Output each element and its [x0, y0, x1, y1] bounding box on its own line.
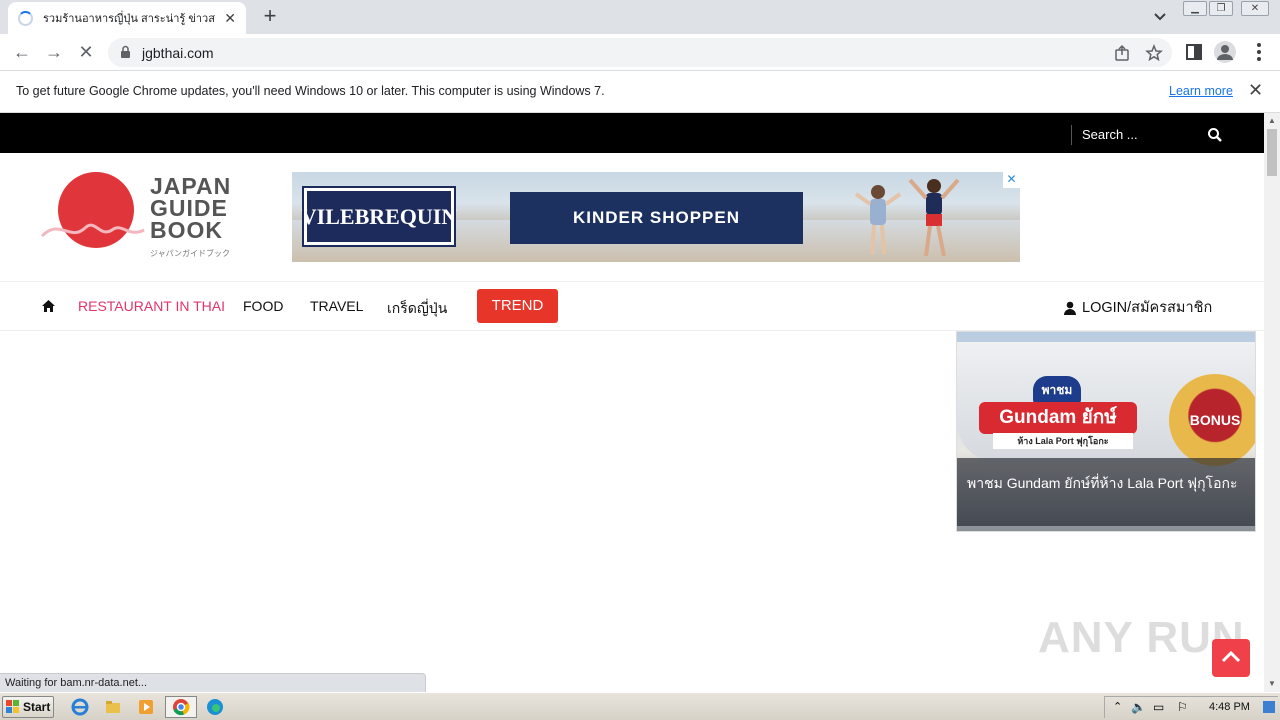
nav-item-restaurant[interactable]: RESTAURANT IN THAI — [78, 298, 225, 314]
chrome-taskbar-button[interactable] — [165, 696, 197, 718]
close-window-icon[interactable]: ✕ — [1241, 1, 1269, 16]
search-icon[interactable] — [1207, 127, 1223, 143]
show-desktop-icon[interactable] — [1263, 701, 1275, 713]
start-button[interactable]: Start — [2, 696, 54, 718]
windows-taskbar: Start ⌃ 🔈 ▭ ⚐ 4:48 PM — [0, 692, 1280, 720]
ad-child-figure-icon — [854, 185, 902, 255]
back-icon[interactable]: ← — [10, 41, 34, 65]
taskbar-clock[interactable]: 4:48 PM — [1209, 701, 1250, 713]
start-label: Start — [23, 700, 51, 714]
media-player-icon[interactable] — [137, 698, 155, 716]
infobar-message: To get future Google Chrome updates, you… — [16, 84, 605, 98]
card-tag-visit: พาชม — [1033, 376, 1081, 404]
nav-item-japan-trivia[interactable]: เกร็ดญี่ปุ่น — [387, 298, 447, 320]
home-icon[interactable] — [41, 299, 56, 313]
card-tag-gundam: Gundam ยักษ์ — [979, 402, 1137, 434]
minimize-icon[interactable]: ▁ — [1183, 1, 1207, 16]
logo-brush-icon — [40, 223, 145, 238]
scroll-to-top-button[interactable] — [1212, 639, 1250, 677]
restore-icon[interactable]: ❐ — [1209, 1, 1233, 16]
main-navigation: RESTAURANT IN THAI FOOD TRAVEL เกร็ดญี่ป… — [0, 281, 1264, 331]
new-tab-button[interactable]: + — [258, 5, 282, 29]
user-icon — [1064, 301, 1076, 315]
ad-close-icon[interactable]: ✕ — [1003, 172, 1020, 188]
profile-avatar-icon[interactable] — [1213, 40, 1237, 64]
file-explorer-icon[interactable] — [104, 698, 122, 716]
login-link[interactable]: LOGIN/สมัครสมาชิก — [1064, 296, 1212, 319]
browser-toolbar: ← → ✕ jgbthai.com — [0, 34, 1280, 71]
chevron-up-icon — [1221, 650, 1241, 663]
banner-ad[interactable]: VILEBREQUIN KINDER SHOPPEN ✕ — [292, 172, 1020, 262]
stop-loading-icon[interactable]: ✕ — [74, 41, 98, 65]
site-logo[interactable]: JAPAN GUIDE BOOK ジャパンガイドブック — [40, 170, 245, 265]
bonus-badge-icon: BONUS — [1169, 374, 1255, 466]
url-text[interactable]: jgbthai.com — [142, 45, 214, 61]
logo-line-1: JAPAN — [150, 173, 232, 199]
status-text: Waiting for bam.nr-data.net... — [5, 677, 148, 689]
volume-icon[interactable]: 🔈 — [1131, 700, 1146, 714]
network-icon[interactable]: ▭ — [1153, 700, 1164, 714]
nav-item-food[interactable]: FOOD — [243, 298, 283, 314]
tray-expand-icon[interactable]: ⌃ — [1113, 700, 1122, 713]
close-tab-icon[interactable]: ✕ — [224, 10, 236, 27]
browser-tab[interactable]: รวมร้านอาหารญี่ปุ่น สาระน่ารู้ ข่าวสาร ส… — [8, 2, 246, 34]
nav-trend-button[interactable]: TREND — [477, 289, 558, 323]
close-infobar-icon[interactable]: ✕ — [1248, 80, 1263, 101]
logo-line-2: GUIDE — [150, 195, 228, 221]
share-icon[interactable] — [1113, 44, 1131, 62]
tab-title: รวมร้านอาหารญี่ปุ่น สาระน่ารู้ ข่าวสาร ส — [43, 13, 216, 25]
page-scrollbar[interactable]: ▲ ▼ — [1264, 113, 1280, 692]
ad-brand-text: VILEBREQUIN — [300, 203, 458, 229]
scrollbar-thumb[interactable] — [1267, 129, 1277, 176]
address-bar[interactable]: jgbthai.com — [108, 38, 1172, 67]
internet-explorer-icon[interactable] — [71, 698, 89, 716]
windows-flag-icon — [6, 700, 19, 713]
loading-spinner-icon — [18, 10, 33, 26]
card-caption[interactable]: พาชม Gundam ยักษ์ที่ห้าง Lala Port ฟุกุโ… — [967, 473, 1251, 493]
ad-child-jumping-icon — [908, 178, 960, 257]
lock-icon[interactable] — [120, 45, 131, 59]
bookmark-star-icon[interactable] — [1145, 44, 1163, 62]
forward-icon[interactable]: → — [42, 41, 66, 65]
search-divider — [1071, 125, 1072, 145]
ad-cta-button[interactable]: KINDER SHOPPEN — [510, 192, 803, 244]
update-infobar: To get future Google Chrome updates, you… — [0, 71, 1280, 113]
tab-strip: รวมร้านอาหารญี่ปุ่น สาระน่ารู้ ข่าวสาร ส… — [0, 0, 1280, 34]
learn-more-link[interactable]: Learn more — [1169, 84, 1233, 98]
system-tray: ⌃ 🔈 ▭ ⚐ 4:48 PM — [1104, 696, 1278, 718]
logo-line-3: BOOK — [150, 217, 223, 243]
page-viewport: Search ... JAPAN GUIDE BOOK ジャパンガイドブック V… — [0, 113, 1264, 692]
site-search-input[interactable]: Search ... — [1082, 127, 1138, 142]
tab-search-icon[interactable] — [1150, 8, 1170, 26]
logo-kana: ジャパンガイドブック — [150, 249, 230, 258]
chrome-icon — [173, 699, 190, 716]
status-bubble: Waiting for bam.nr-data.net... — [0, 673, 426, 692]
scroll-down-icon[interactable]: ▼ — [1268, 679, 1276, 688]
logo-wordmark: JAPAN GUIDE BOOK — [150, 173, 232, 243]
ad-brand-logo: VILEBREQUIN — [300, 186, 458, 247]
login-label: LOGIN/สมัครสมาชิก — [1082, 300, 1213, 316]
menu-kebab-icon[interactable] — [1247, 40, 1271, 64]
side-panel-icon[interactable] — [1182, 40, 1206, 64]
card-tag-location: ห้าง Lala Port ฟุกุโอกะ — [993, 433, 1133, 449]
site-top-bar: Search ... — [0, 113, 1264, 153]
scroll-up-icon[interactable]: ▲ — [1268, 116, 1276, 125]
nav-item-travel[interactable]: TRAVEL — [310, 298, 363, 314]
featured-article-card[interactable]: พาชม Gundam ยักษ์ ห้าง Lala Port ฟุกุโอก… — [956, 331, 1256, 532]
action-center-flag-icon[interactable]: ⚐ — [1177, 700, 1188, 714]
edge-icon[interactable] — [206, 698, 224, 716]
